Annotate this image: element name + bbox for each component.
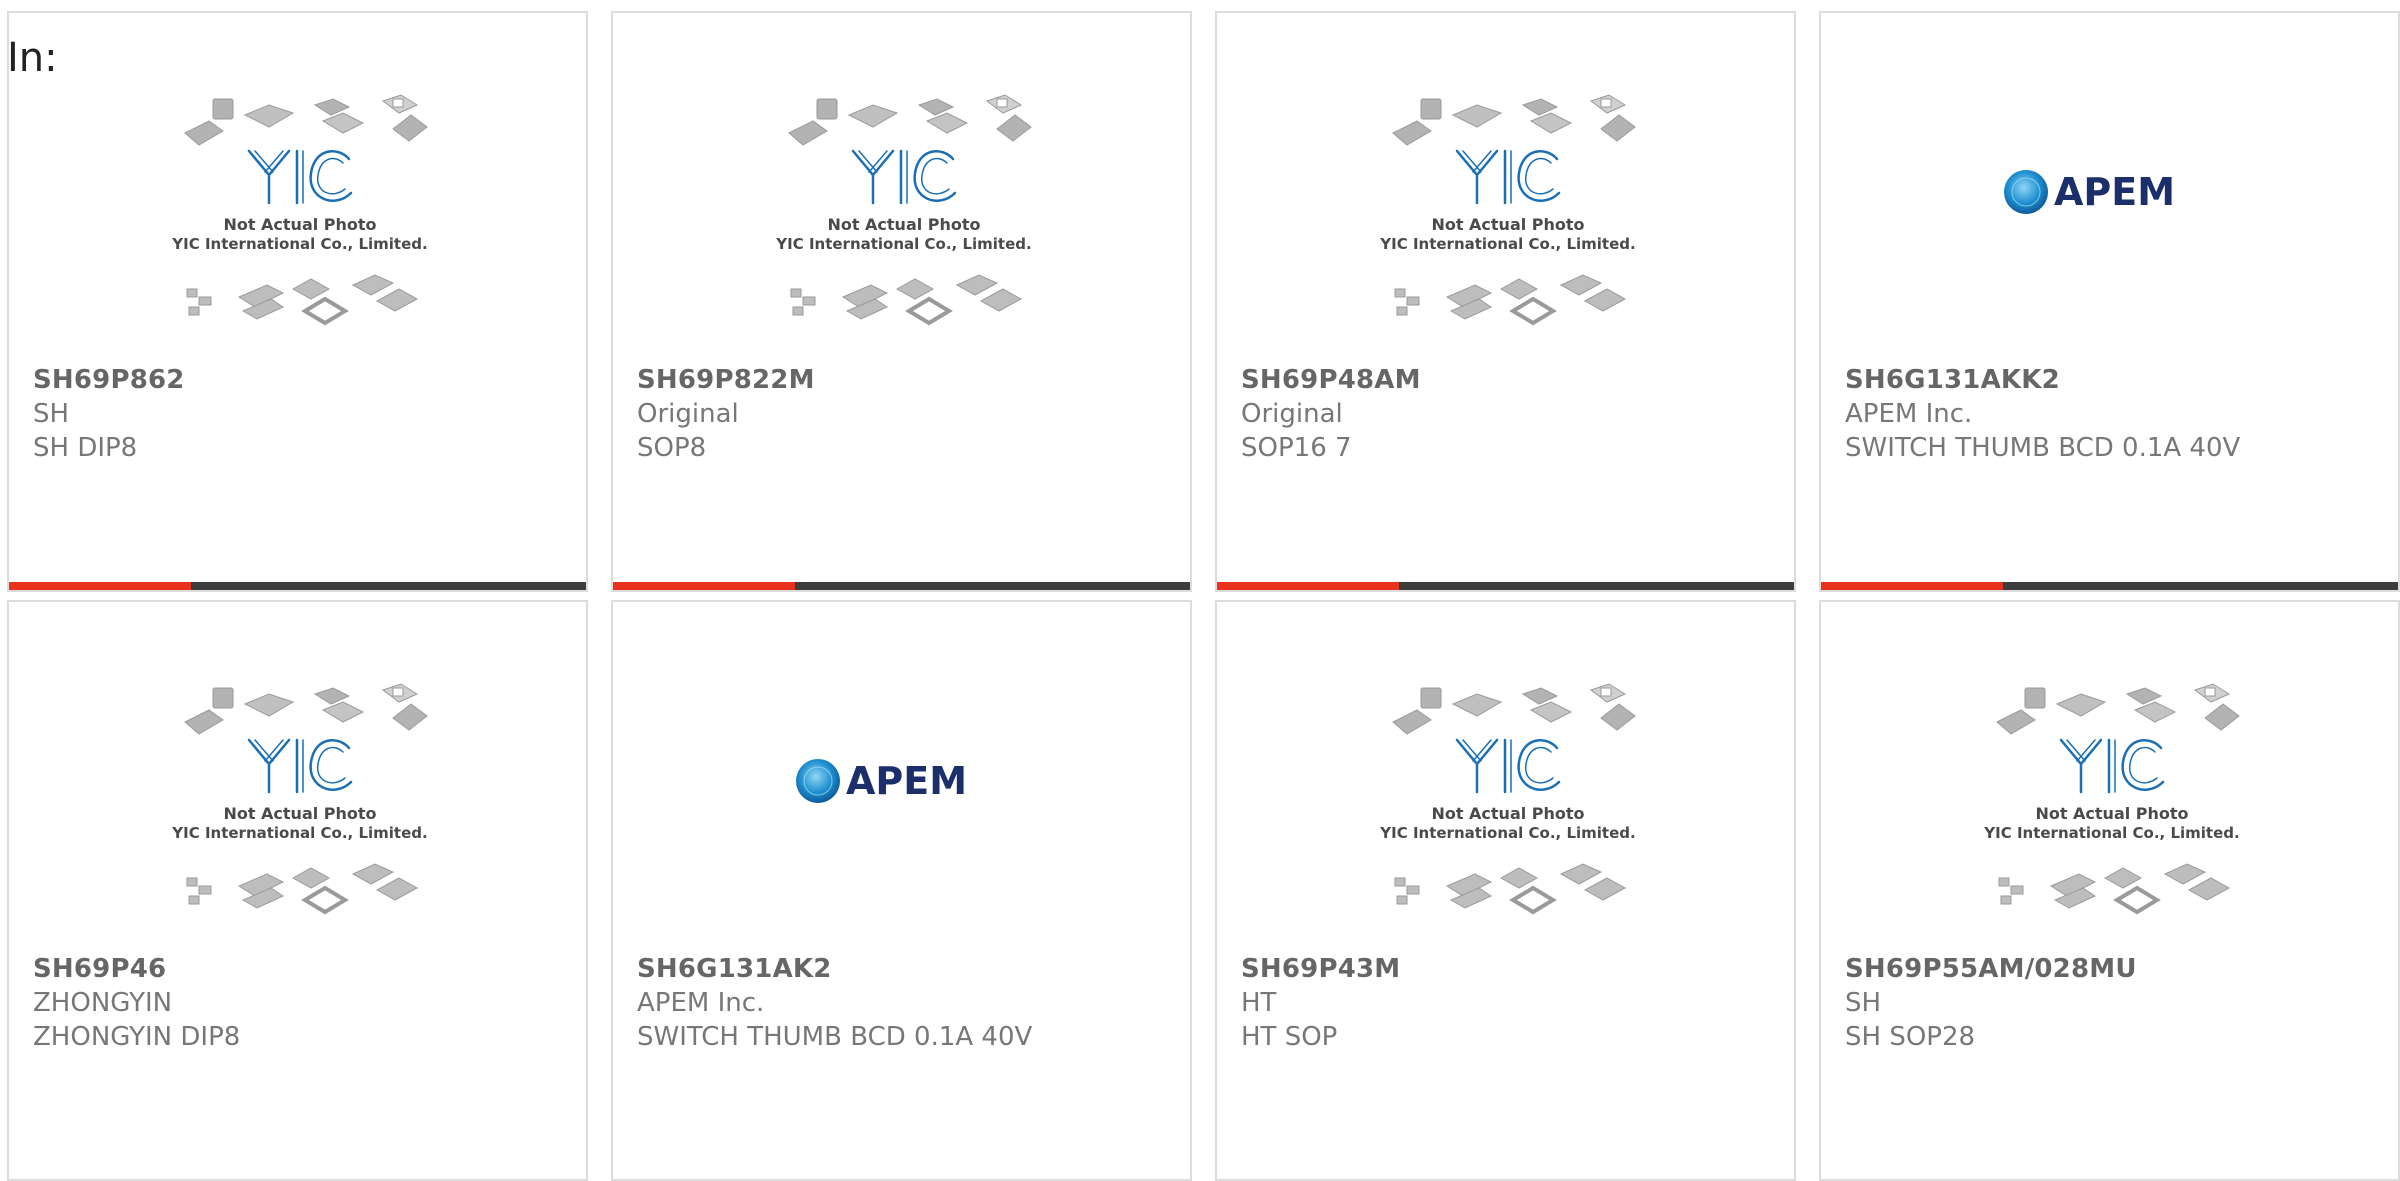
svg-text:Not Actual Photo: Not Actual Photo (223, 804, 376, 823)
part-number[interactable]: SH69P48AM (1241, 365, 1421, 395)
product-card[interactable]: APEM SH6G131AK2 APEM Inc. SWITCH THUMB B… (611, 600, 1192, 1181)
svg-text:Not Actual Photo: Not Actual Photo (2035, 804, 2188, 823)
part-number[interactable]: SH69P46 (33, 954, 166, 984)
card-footer-bar (1821, 582, 2398, 590)
yic-placeholder-graphic: Not Actual Photo YIC International Co., … (1379, 94, 1636, 326)
svg-text:YIC International Co., Limited: YIC International Co., Limited. (171, 824, 427, 842)
yic-placeholder-graphic: Not Actual Photo YIC International Co., … (1379, 683, 1636, 915)
part-number[interactable]: SH6G131AK2 (637, 954, 832, 984)
yic-placeholder-graphic: Not Actual Photo YIC International Co., … (775, 94, 1032, 326)
manufacturer: APEM Inc. (637, 988, 765, 1018)
manufacturer: ZHONGYIN (33, 988, 173, 1018)
svg-text:YIC International Co., Limited: YIC International Co., Limited. (775, 235, 1031, 253)
apem-logo-graphic: APEM (795, 759, 967, 803)
svg-text:Not Actual Photo: Not Actual Photo (827, 215, 980, 234)
product-card[interactable]: Not Actual Photo YIC International Co., … (611, 11, 1192, 592)
product-card[interactable]: Not Actual Photo YIC International Co., … (7, 11, 588, 592)
svg-text:APEM: APEM (2054, 170, 2175, 214)
description: SOP8 (637, 433, 707, 463)
manufacturer: APEM Inc. (1845, 399, 1973, 429)
part-number[interactable]: SH69P822M (637, 365, 815, 395)
description: ZHONGYIN DIP8 (33, 1022, 241, 1052)
product-card[interactable]: Not Actual Photo YIC International Co., … (7, 600, 588, 1181)
yic-placeholder-graphic: Not Actual Photo YIC International Co., … (1983, 683, 2240, 915)
card-footer-bar (1217, 582, 1794, 590)
product-card[interactable]: Not Actual Photo YIC International Co., … (1215, 11, 1796, 592)
product-card[interactable]: Not Actual Photo YIC International Co., … (1215, 600, 1796, 1181)
manufacturer: Original (637, 399, 739, 429)
description: SH SOP28 (1845, 1022, 1976, 1052)
search-prefix: In: (7, 35, 58, 81)
manufacturer: SH (33, 399, 70, 429)
manufacturer: Original (1241, 399, 1343, 429)
description: SOP16 7 (1241, 433, 1352, 463)
svg-text:YIC International Co., Limited: YIC International Co., Limited. (1983, 824, 2239, 842)
yic-placeholder-graphic: Not Actual Photo YIC International Co., … (171, 683, 428, 915)
product-image-placeholder: Not Actual Photo YIC International Co., … (9, 93, 586, 353)
svg-text:YIC International Co., Limited: YIC International Co., Limited. (1379, 824, 1635, 842)
product-image-placeholder: Not Actual Photo YIC International Co., … (1217, 93, 1794, 353)
product-image-placeholder: Not Actual Photo YIC International Co., … (9, 682, 586, 942)
svg-text:Not Actual Photo: Not Actual Photo (1431, 804, 1584, 823)
description: SH DIP8 (33, 433, 138, 463)
svg-text:Not Actual Photo: Not Actual Photo (223, 215, 376, 234)
card-footer-bar (9, 582, 586, 590)
product-grid: Not Actual Photo YIC International Co., … (0, 0, 2400, 1181)
manufacturer: HT (1241, 988, 1277, 1018)
manufacturer: SH (1845, 988, 1882, 1018)
description: HT SOP (1241, 1022, 1338, 1052)
part-number[interactable]: SH69P55AM/028MU (1845, 954, 2137, 984)
yic-placeholder-graphic: Not Actual Photo YIC International Co., … (171, 94, 428, 326)
card-footer-bar (613, 582, 1190, 590)
product-image-placeholder: Not Actual Photo YIC International Co., … (1821, 682, 2398, 942)
part-number[interactable]: SH69P862 (33, 365, 185, 395)
product-card[interactable]: APEM SH6G131AKK2 APEM Inc. SWITCH THUMB … (1819, 11, 2400, 592)
svg-text:APEM: APEM (846, 759, 967, 803)
product-card[interactable]: Not Actual Photo YIC International Co., … (1819, 600, 2400, 1181)
product-image-placeholder: Not Actual Photo YIC International Co., … (1217, 682, 1794, 942)
description: SWITCH THUMB BCD 0.1A 40V (637, 1022, 1033, 1052)
svg-text:Not Actual Photo: Not Actual Photo (1431, 215, 1584, 234)
description: SWITCH THUMB BCD 0.1A 40V (1845, 433, 2241, 463)
apem-logo-graphic: APEM (2003, 170, 2175, 214)
part-number[interactable]: SH6G131AKK2 (1845, 365, 2060, 395)
apem-logo-image: APEM (613, 682, 1190, 942)
svg-text:YIC International Co., Limited: YIC International Co., Limited. (171, 235, 427, 253)
apem-logo-image: APEM (1821, 93, 2398, 353)
part-number[interactable]: SH69P43M (1241, 954, 1400, 984)
product-image-placeholder: Not Actual Photo YIC International Co., … (613, 93, 1190, 353)
svg-text:YIC International Co., Limited: YIC International Co., Limited. (1379, 235, 1635, 253)
